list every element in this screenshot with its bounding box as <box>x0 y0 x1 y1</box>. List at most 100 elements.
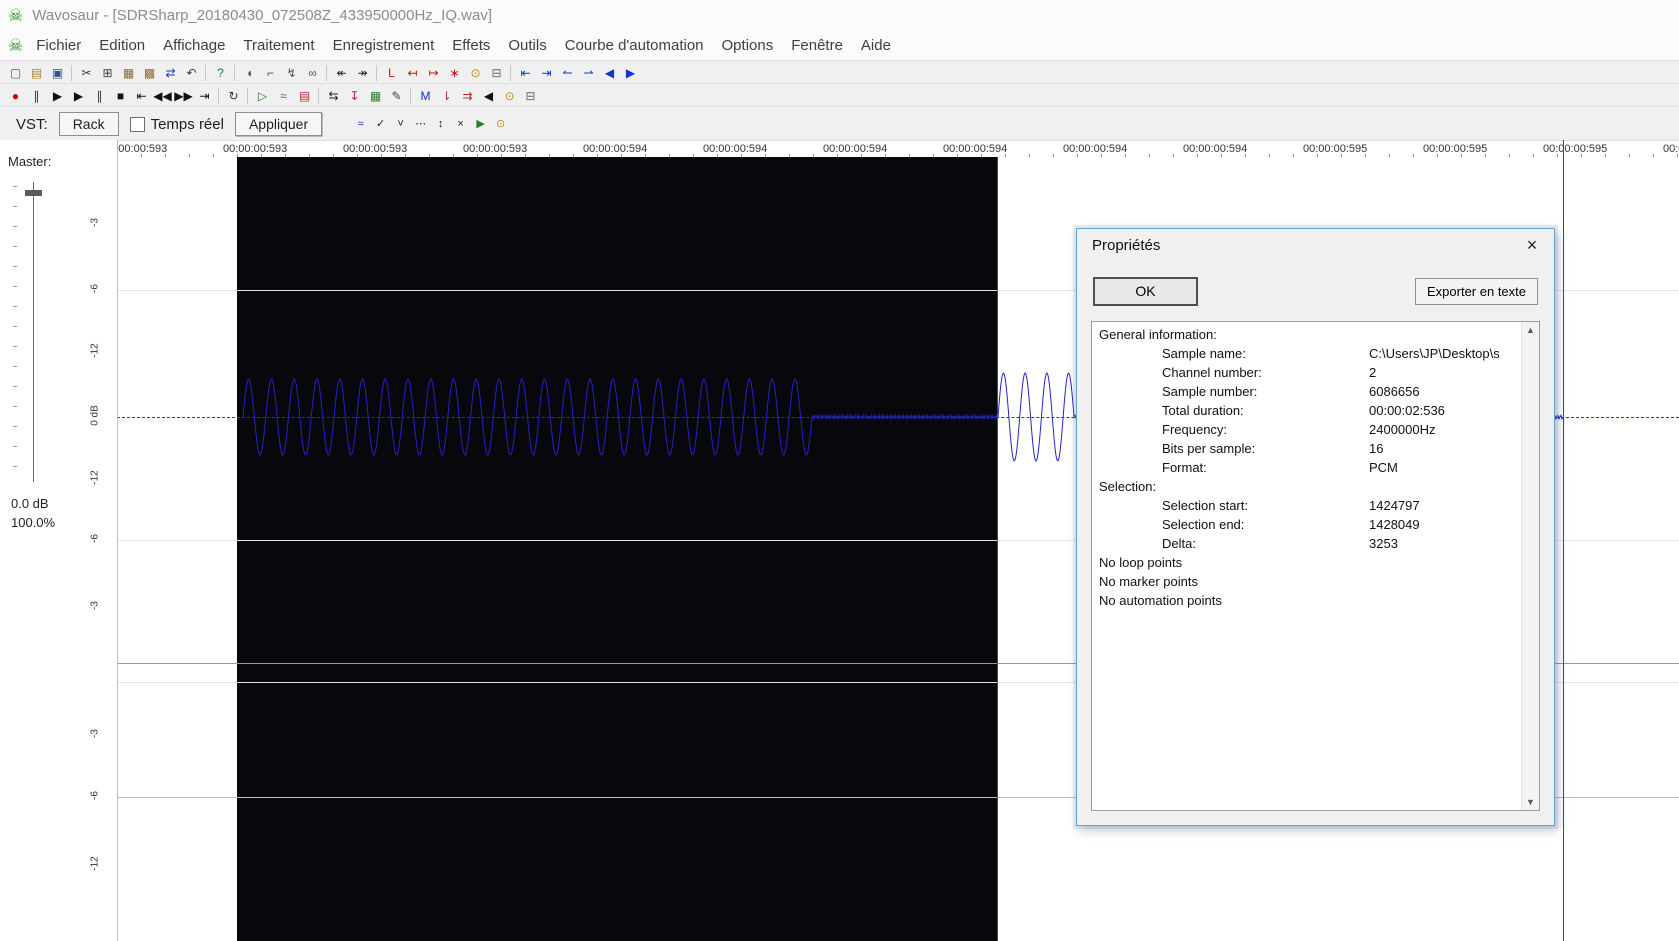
toolbar-separator <box>323 64 331 82</box>
link-channels-icon[interactable]: ∞ <box>302 64 323 82</box>
vst-bar: VST: Rack Temps réel Appliquer ≈ ✓ ˅ ⋯ ↕ × ▶ ⊙ <box>0 106 1679 142</box>
vst-rack-button[interactable]: Rack <box>58 111 119 137</box>
ok-button[interactable]: OK <box>1093 276 1198 306</box>
menu-item[interactable]: Enregistrement <box>324 33 444 58</box>
toolbar-separator <box>373 64 381 82</box>
auto-play-icon[interactable]: ▷ <box>252 87 273 105</box>
record-icon[interactable]: ● <box>5 87 26 105</box>
property-value: PCM <box>1369 460 1398 475</box>
property-row: Delta: 3253 <box>1096 536 1517 555</box>
db-scale-label: 0 dB <box>89 405 101 426</box>
vst-close-icon[interactable]: × <box>452 116 469 132</box>
sel-extend-right-icon[interactable]: ⇥ <box>536 64 557 82</box>
monitor-speaker-icon[interactable]: ◀ <box>478 87 499 105</box>
ruler-time-label: 00:00:00:594 <box>1063 143 1128 155</box>
cut-icon[interactable]: ✂ <box>76 64 97 82</box>
speaker-setup-icon[interactable]: ◖ <box>239 64 260 82</box>
sel-next-icon[interactable]: ⇀ <box>578 64 599 82</box>
grid-view-icon[interactable]: ▦ <box>365 87 386 105</box>
goto-loop-end-icon[interactable]: ↦ <box>423 64 444 82</box>
selection-end-cursor[interactable] <box>997 157 998 941</box>
menu-item[interactable]: Edition <box>90 33 154 58</box>
go-start-icon[interactable]: ⇤ <box>131 87 152 105</box>
paste-mix-icon[interactable]: ▩ <box>139 64 160 82</box>
zoom-wave-out-icon[interactable]: ↠ <box>352 64 373 82</box>
stop-icon[interactable]: ■ <box>110 87 131 105</box>
prev-marker-icon[interactable]: ◀ <box>599 64 620 82</box>
property-label: Selection end: <box>1162 517 1245 532</box>
toolbar-separator <box>407 87 415 105</box>
vst-play-icon[interactable]: ▶ <box>472 116 489 132</box>
time-ruler[interactable]: 00:00:00:593 00:00:00:593 00:00:00:593 00:0… <box>0 140 1679 158</box>
open-file-icon[interactable]: ▤ <box>26 64 47 82</box>
dialog-scrollbar[interactable]: ▲ ▼ <box>1521 322 1539 810</box>
forward-icon[interactable]: ▶▶ <box>173 87 194 105</box>
vst-lock-icon[interactable]: ⊙ <box>492 116 509 132</box>
delete-icon[interactable]: ⊟ <box>520 87 541 105</box>
vst-dropdown-icon[interactable]: ˅ <box>392 116 409 132</box>
vst-wave-icon[interactable]: ≈ <box>352 116 369 132</box>
selection-region[interactable] <box>237 157 997 941</box>
dialog-title-bar[interactable]: Propriétés × <box>1077 229 1554 261</box>
goto-loop-start-icon[interactable]: ↤ <box>402 64 423 82</box>
save-file-icon[interactable]: ▣ <box>47 64 68 82</box>
master-volume-slider[interactable] <box>33 182 34 482</box>
pause-icon[interactable]: ∥ <box>26 87 47 105</box>
scroll-down-icon[interactable]: ▼ <box>1522 797 1539 807</box>
vst-resize-icon[interactable]: ↕ <box>432 116 449 132</box>
menu-item[interactable]: Courbe d'automation <box>556 33 713 58</box>
marker-m-icon[interactable]: M <box>415 87 436 105</box>
menu-item[interactable]: Fichier <box>27 33 90 58</box>
sel-prev-icon[interactable]: ↼ <box>557 64 578 82</box>
scroll-up-icon[interactable]: ▲ <box>1522 325 1539 335</box>
cursor-drop-icon[interactable]: ↧ <box>344 87 365 105</box>
menu-item[interactable]: Aide <box>852 33 900 58</box>
rewind-icon[interactable]: ◀◀ <box>152 87 173 105</box>
property-row: Selection: <box>1096 479 1517 498</box>
next-region-icon[interactable]: ⇉ <box>457 87 478 105</box>
close-icon[interactable]: × <box>1518 231 1546 259</box>
realtime-checkbox[interactable] <box>129 116 145 132</box>
fit-selection-icon[interactable]: ⇆ <box>323 87 344 105</box>
menu-item[interactable]: Outils <box>499 33 555 58</box>
copy-icon[interactable]: ⊞ <box>97 64 118 82</box>
menu-item[interactable]: Traitement <box>234 33 323 58</box>
db-scale-label: -12 <box>89 343 101 358</box>
lock-loop-icon[interactable]: ⊙ <box>465 64 486 82</box>
undo-icon[interactable]: ↶ <box>181 64 202 82</box>
statistics-icon[interactable]: ▤ <box>294 87 315 105</box>
go-end-icon[interactable]: ⇥ <box>194 87 215 105</box>
master-volume-thumb[interactable] <box>25 190 42 196</box>
loop-start-icon[interactable]: L <box>381 64 402 82</box>
toolbar-separator <box>202 64 210 82</box>
lock-icon[interactable]: ⊙ <box>499 87 520 105</box>
property-label: Sample number: <box>1162 384 1258 399</box>
loop-playback-icon[interactable]: ↻ <box>223 87 244 105</box>
help-icon[interactable]: ? <box>210 64 231 82</box>
play-icon[interactable]: ▶ <box>47 87 68 105</box>
play-selection-icon[interactable]: ▶ <box>68 87 89 105</box>
exchange-icon[interactable]: ⇄ <box>160 64 181 82</box>
delete-loop-icon[interactable]: ⊟ <box>486 64 507 82</box>
spectrum-icon[interactable]: ≈ <box>273 87 294 105</box>
pause-alt-icon[interactable]: ∥ <box>89 87 110 105</box>
zero-cross-icon[interactable]: ↯ <box>281 64 302 82</box>
paste-icon[interactable]: ▦ <box>118 64 139 82</box>
loop-points-icon[interactable]: ∗ <box>444 64 465 82</box>
pointer-mode-icon[interactable]: ⌐ <box>260 64 281 82</box>
vst-check-icon[interactable]: ✓ <box>372 116 389 132</box>
menu-item[interactable]: Fenêtre <box>782 33 852 58</box>
export-text-button[interactable]: Exporter en texte <box>1415 277 1538 305</box>
transport-toolbar: ● ∥ ▶ ▶ ∥ ■ ⇤ ◀◀ ▶▶ ⇥ ↻ ▷ ≈ ▤ ⇆ ↧ ▦ ✎ M ⇂ ⇉ ◀ ⊙ ⊟ <box>0 83 1679 107</box>
zoom-wave-in-icon[interactable]: ↞ <box>331 64 352 82</box>
drop-marker-icon[interactable]: ⇂ <box>436 87 457 105</box>
next-marker-icon[interactable]: ▶ <box>620 64 641 82</box>
new-file-icon[interactable]: ▢ <box>5 64 26 82</box>
draw-mode-icon[interactable]: ✎ <box>386 87 407 105</box>
menu-item[interactable]: Affichage <box>154 33 234 58</box>
vst-dots-icon[interactable]: ⋯ <box>412 116 429 132</box>
vst-apply-button[interactable]: Appliquer <box>234 111 323 137</box>
sel-extend-left-icon[interactable]: ⇤ <box>515 64 536 82</box>
menu-item[interactable]: Options <box>713 33 783 58</box>
menu-item[interactable]: Effets <box>443 33 499 58</box>
